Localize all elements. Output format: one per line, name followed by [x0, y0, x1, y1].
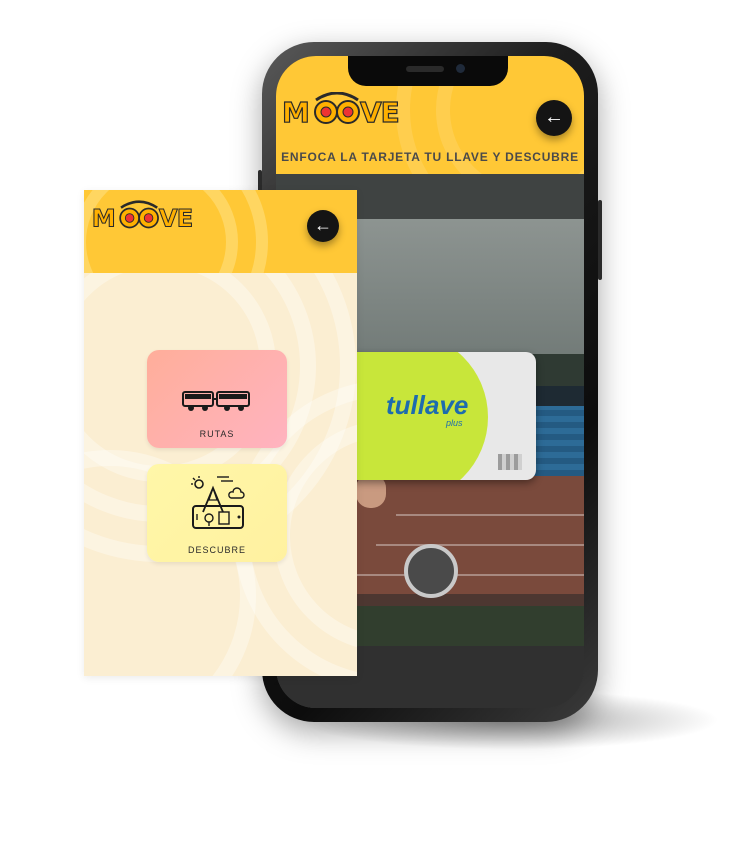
panel-header: M VE ←	[84, 190, 357, 273]
moove-logo: M VE	[90, 200, 202, 241]
city-tablet-icon	[189, 474, 247, 537]
moove-logo: M VE	[280, 91, 410, 137]
tullave-card: tullave plus	[346, 352, 536, 480]
descubre-tile-button[interactable]: DESCUBRE	[147, 464, 287, 562]
phone-notch	[348, 56, 508, 86]
tullave-plus-label: plus	[446, 418, 463, 428]
bus-icon	[181, 388, 253, 419]
pixelated-card-number	[498, 454, 522, 470]
rutas-label: RUTAS	[199, 429, 235, 439]
svg-text:M: M	[282, 96, 309, 129]
phone-back-button[interactable]: ←	[536, 100, 572, 136]
shutter-button[interactable]	[404, 544, 458, 598]
back-arrow-icon: ←	[544, 106, 564, 128]
svg-text:M: M	[92, 205, 115, 233]
back-arrow-icon: ←	[314, 215, 332, 235]
app-menu-panel: M VE ← RUTAS DESCUBRE	[84, 190, 357, 676]
phone-power-button	[598, 200, 602, 280]
panel-back-button[interactable]: ←	[307, 210, 339, 242]
svg-text:VE: VE	[360, 96, 399, 129]
speaker-grille	[406, 66, 444, 72]
svg-text:VE: VE	[159, 205, 192, 233]
scan-instruction: ENFOCA LA TARJETA TU LLAVE Y DESCUBRE	[281, 150, 579, 164]
front-camera	[456, 64, 465, 73]
tullave-logo: tullave	[386, 390, 469, 420]
rutas-tile-button[interactable]: RUTAS	[147, 350, 287, 448]
descubre-label: DESCUBRE	[187, 545, 246, 555]
